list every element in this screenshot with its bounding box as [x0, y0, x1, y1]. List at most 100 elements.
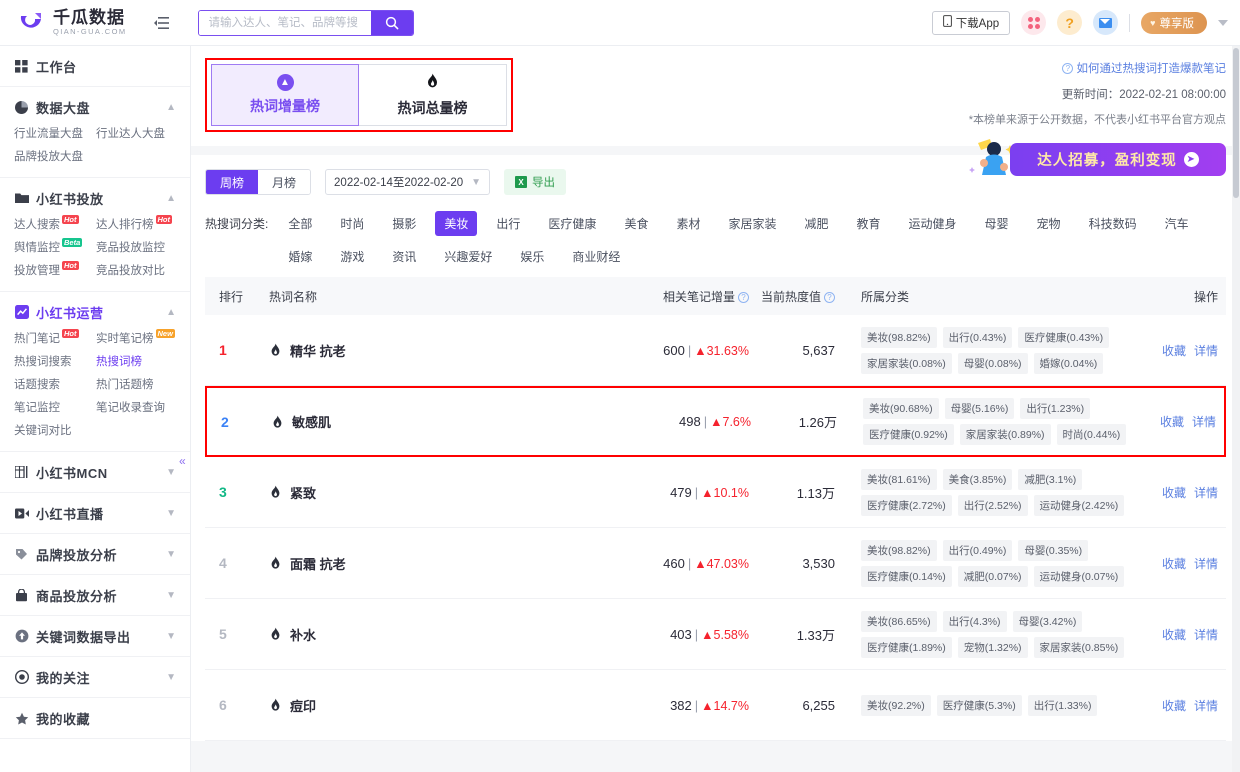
- category-news[interactable]: 资讯: [383, 244, 425, 269]
- category-entertainment[interactable]: 娱乐: [511, 244, 553, 269]
- favorite-link[interactable]: 收藏: [1162, 555, 1186, 572]
- promo-pill[interactable]: 达人招募，盈利变现 ➤: [1010, 143, 1226, 176]
- sidebar-group-header[interactable]: 数据大盘 ▲: [0, 87, 190, 127]
- category-business[interactable]: 商业财经: [563, 244, 629, 269]
- scrollbar-thumb[interactable]: [1233, 48, 1239, 198]
- category-games[interactable]: 游戏: [331, 244, 373, 269]
- help-link[interactable]: ? 如何通过热搜词打造爆款笔记: [969, 60, 1226, 76]
- sidebar-link-sentiment[interactable]: 舆情监控 Beta: [14, 238, 96, 255]
- vip-badge[interactable]: ♥ 尊享版: [1141, 11, 1207, 34]
- search-button[interactable]: [371, 10, 414, 35]
- category-pets[interactable]: 宠物: [1028, 211, 1070, 236]
- sidebar-item-workbench[interactable]: 工作台: [0, 46, 190, 87]
- sidebar-link-hot-notes[interactable]: 热门笔记 Hot: [14, 329, 96, 346]
- search-input[interactable]: [199, 10, 372, 35]
- sidebar-group-brand-analysis[interactable]: 品牌投放分析 ▼: [0, 534, 190, 575]
- sidebar-group-xhs-live[interactable]: 小红书直播 ▼: [0, 493, 190, 534]
- sidebar-link-kol-rank[interactable]: 达人排行榜 Hot: [96, 215, 176, 232]
- sidebar-link-industry-traffic[interactable]: 行业流量大盘: [14, 127, 96, 141]
- sidebar-link-hotword-rank[interactable]: 热搜词榜: [96, 355, 176, 369]
- category-photography[interactable]: 摄影: [383, 211, 425, 236]
- category-tech[interactable]: 科技数码: [1080, 211, 1146, 236]
- keyword-label[interactable]: 面霜 抗老: [290, 554, 346, 573]
- category-material[interactable]: 素材: [667, 211, 709, 236]
- table-row[interactable]: 5 补水 403 | ▲5.58% 1.33万 美妆(86.65%) 出行(4.3%…: [205, 599, 1226, 670]
- download-app-button[interactable]: 下载App: [931, 10, 1011, 35]
- table-row[interactable]: 6 痘印 382 | ▲14.7% 6,255 美妆(92.2%) 医疗健康(5.3…: [205, 670, 1226, 741]
- category-weightloss[interactable]: 减肥: [795, 211, 837, 236]
- category-education[interactable]: 教育: [848, 211, 890, 236]
- category-travel[interactable]: 出行: [487, 211, 529, 236]
- table-row[interactable]: 4 面霜 抗老 460 | ▲47.03% 3,530 美妆(98.82%) 出行(…: [205, 528, 1226, 599]
- envelope-icon[interactable]: [1093, 10, 1119, 35]
- favorite-link[interactable]: 收藏: [1162, 697, 1186, 714]
- category-health[interactable]: 医疗健康: [539, 211, 605, 236]
- sidebar-link-keyword-compare[interactable]: 关键词对比: [14, 424, 96, 438]
- sidebar-group-my-follows[interactable]: 我的关注 ▼: [0, 657, 190, 698]
- keyword-label[interactable]: 紧致: [290, 483, 316, 502]
- sidebar-link-note-index-query[interactable]: 笔记收录查询: [96, 401, 176, 415]
- sidebar-group-my-favorites[interactable]: 我的收藏: [0, 698, 190, 739]
- category-fashion[interactable]: 时尚: [331, 211, 373, 236]
- favorite-link[interactable]: 收藏: [1162, 626, 1186, 643]
- detail-link[interactable]: 详情: [1192, 413, 1216, 430]
- sidebar-link-hot-topics[interactable]: 热门话题榜: [96, 378, 176, 392]
- detail-link[interactable]: 详情: [1194, 342, 1218, 359]
- sidebar-link-kol-search[interactable]: 达人搜索 Hot: [14, 215, 96, 232]
- sidebar-link-realtime-notes[interactable]: 实时笔记榜 New: [96, 329, 176, 346]
- search-box[interactable]: [198, 9, 415, 36]
- detail-link[interactable]: 详情: [1194, 555, 1218, 572]
- sidebar-link-hotword-search[interactable]: 热搜词搜索: [14, 355, 96, 369]
- detail-link[interactable]: 详情: [1194, 626, 1218, 643]
- sidebar-link-competitor-compare[interactable]: 竞品投放对比: [96, 264, 176, 278]
- sidebar-group-header[interactable]: 小红书投放 ▲: [0, 178, 190, 218]
- table-row[interactable]: 1 精华 抗老 600 | ▲31.63% 5,637 美妆(98.82%) 出行(…: [205, 315, 1226, 386]
- sidebar-collapse-handle[interactable]: «: [179, 454, 186, 468]
- sidebar-link-brand-dashboard[interactable]: 品牌投放大盘: [14, 150, 96, 164]
- sidebar-group-product-analysis[interactable]: 商品投放分析 ▼: [0, 575, 190, 616]
- date-range-select[interactable]: 2022-02-14至2022-02-20 ▼: [325, 169, 491, 195]
- favorite-link[interactable]: 收藏: [1160, 413, 1184, 430]
- tab-hotword-increase[interactable]: ▲ 热词增量榜: [211, 64, 359, 126]
- sidebar-group-header[interactable]: 小红书运营 ▲: [0, 292, 190, 332]
- question-mark-icon[interactable]: ?: [1057, 10, 1083, 35]
- favorite-link[interactable]: 收藏: [1162, 484, 1186, 501]
- vertical-scrollbar[interactable]: [1232, 46, 1240, 772]
- category-fitness[interactable]: 运动健身: [900, 211, 966, 236]
- category-food[interactable]: 美食: [615, 211, 657, 236]
- category-home[interactable]: 家居家装: [719, 211, 785, 236]
- sidebar-link-placement-mgmt[interactable]: 投放管理 Hot: [14, 261, 96, 278]
- favorite-link[interactable]: 收藏: [1162, 342, 1186, 359]
- category-maternal[interactable]: 母婴: [976, 211, 1018, 236]
- detail-link[interactable]: 详情: [1194, 697, 1218, 714]
- keyword-label[interactable]: 敏感肌: [292, 412, 331, 431]
- keyword-label[interactable]: 痘印: [290, 696, 316, 715]
- export-button[interactable]: X 导出: [504, 169, 567, 195]
- apps-grid-icon[interactable]: [1021, 10, 1047, 35]
- question-circle-icon[interactable]: ?: [824, 291, 835, 303]
- sidebar-link-competitor-monitor[interactable]: 竞品投放监控: [96, 241, 176, 255]
- sidebar-link-industry-kol[interactable]: 行业达人大盘: [96, 127, 176, 141]
- caret-down-icon[interactable]: [1218, 19, 1228, 26]
- category-wedding[interactable]: 婚嫁: [279, 244, 321, 269]
- sidebar-group-xhs-mcn[interactable]: 小红书MCN ▼: [0, 452, 190, 493]
- range-tab-month[interactable]: 月榜: [258, 170, 311, 194]
- range-tab-week[interactable]: 周榜: [206, 170, 259, 194]
- category-auto[interactable]: 汽车: [1156, 211, 1198, 236]
- sidebar-group-keyword-export[interactable]: 关键词数据导出 ▼: [0, 616, 190, 657]
- category-beauty[interactable]: 美妆: [435, 211, 478, 236]
- detail-link[interactable]: 详情: [1194, 484, 1218, 501]
- category-all[interactable]: 全部: [279, 211, 321, 236]
- category-hobbies[interactable]: 兴趣爱好: [435, 244, 501, 269]
- menu-fold-icon[interactable]: [152, 13, 172, 33]
- question-circle-icon[interactable]: ?: [738, 291, 749, 303]
- logo[interactable]: 千瓜数据 QIAN-GUA.COM: [18, 9, 126, 36]
- sidebar-link-note-monitor[interactable]: 笔记监控: [14, 401, 96, 415]
- sidebar-link-topic-search[interactable]: 话题搜索: [14, 378, 96, 392]
- keyword-label[interactable]: 精华 抗老: [290, 341, 346, 360]
- promo-banner[interactable]: 达人招募，盈利变现 ➤: [964, 137, 1226, 181]
- table-row[interactable]: 3 紧致 479 | ▲10.1% 1.13万 美妆(81.61%) 美食(3.85…: [205, 457, 1226, 528]
- tab-hotword-total[interactable]: 热词总量榜: [359, 64, 507, 126]
- table-row[interactable]: 2 敏感肌 498 | ▲7.6% 1.26万 美妆(90.68%) 母婴(5.16…: [205, 386, 1226, 457]
- keyword-label[interactable]: 补水: [290, 625, 316, 644]
